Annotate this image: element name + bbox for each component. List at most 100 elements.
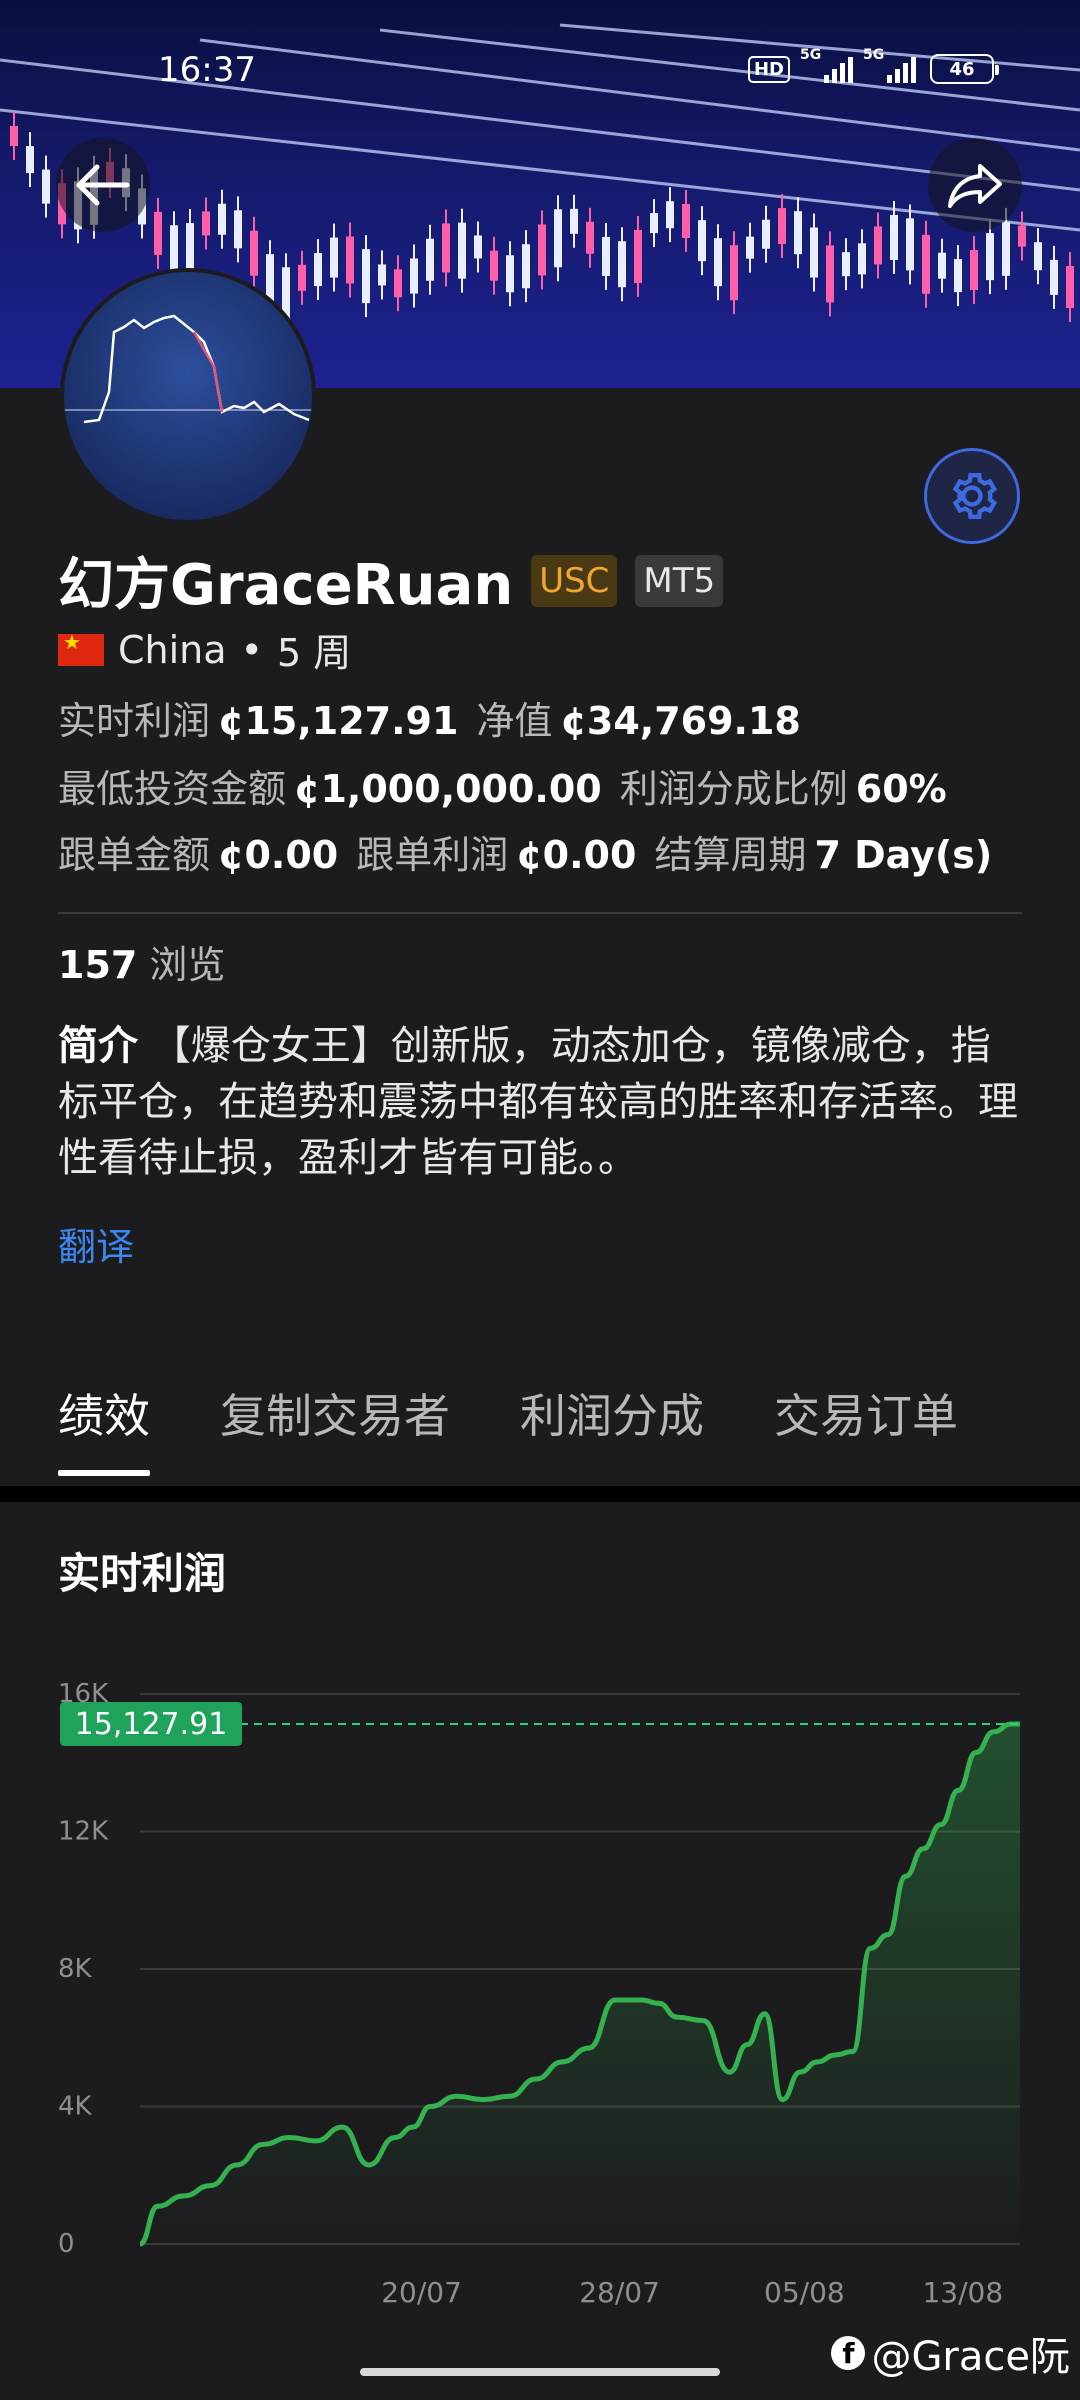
candle-body <box>618 241 626 288</box>
status-bar: 16:37 HD 5G 5G 46 <box>0 0 1080 140</box>
status-time: 16:37 <box>158 50 256 90</box>
tab-bar: 绩效 复制交易者 利润分成 交易订单 <box>58 1380 958 1476</box>
chart-y-tick-label: 0 <box>58 2229 75 2259</box>
candle-body <box>666 201 674 229</box>
candle-body <box>698 220 706 262</box>
candle-body <box>1050 259 1058 295</box>
tab-copiers[interactable]: 复制交易者 <box>220 1380 450 1446</box>
hd-icon: HD <box>747 55 790 83</box>
home-indicator[interactable] <box>360 2368 720 2376</box>
candle-body <box>250 230 258 276</box>
tab-orders[interactable]: 交易订单 <box>774 1380 958 1446</box>
candle-body <box>362 249 370 304</box>
chart-y-tick-label: 12K <box>58 1817 109 1847</box>
follow-amount-stat: 跟单金额 ¢0.00 <box>58 833 339 877</box>
candle-body <box>1018 225 1026 247</box>
tab-profit-share[interactable]: 利润分成 <box>520 1380 704 1446</box>
signal-icon: 5G <box>863 47 916 83</box>
candle-body <box>842 252 850 277</box>
candle-body <box>1034 242 1042 271</box>
candle-body <box>954 259 962 293</box>
candle-body <box>474 235 482 259</box>
candle-body <box>890 214 898 260</box>
facebook-icon: f <box>831 2336 866 2370</box>
avatar[interactable] <box>60 268 316 524</box>
candle-body <box>330 237 338 278</box>
stats-row-2: 最低投资金额 ¢1,000,000.00 利润分成比例 60% <box>58 758 947 813</box>
candle-body <box>602 236 610 276</box>
candle-body <box>634 229 642 283</box>
back-button[interactable] <box>56 138 150 232</box>
candle-body <box>394 269 402 298</box>
current-value-label: 15,127.91 <box>75 1707 228 1742</box>
avatar-chart-image <box>64 314 312 424</box>
candle-body <box>410 258 418 294</box>
candle-body <box>746 236 754 259</box>
platform-badge: MT5 <box>635 554 724 607</box>
candle-body <box>314 253 322 287</box>
chart-y-tick-label: 4K <box>58 2092 93 2122</box>
candle-body <box>778 208 786 245</box>
candle-body <box>986 233 994 281</box>
card-title: 实时利润 <box>58 1549 227 1598</box>
battery-icon: 46 <box>930 54 999 84</box>
translate-link[interactable]: 翻译 <box>58 1216 134 1271</box>
candle-body <box>938 252 946 279</box>
back-arrow-icon <box>76 164 130 206</box>
section-separator <box>0 1486 1080 1502</box>
chart-x-tick-label: 05/08 <box>764 2276 845 2309</box>
follow-profit-stat: 跟单利润 ¢0.00 <box>356 833 637 877</box>
chart-x-tick-label: 28/07 <box>579 2276 660 2309</box>
candle-body <box>506 255 514 293</box>
chart-area-fill <box>140 1723 1020 2244</box>
candle-body <box>874 226 882 265</box>
candle-body <box>682 204 690 239</box>
candle-body <box>714 238 722 287</box>
candle-body <box>762 219 770 249</box>
chart-x-tick-label: 13/08 <box>922 2276 1003 2309</box>
candle-body <box>826 245 834 303</box>
candle-body <box>1002 221 1010 276</box>
settings-button[interactable] <box>924 448 1020 544</box>
divider <box>58 912 1022 914</box>
china-flag-icon <box>58 630 104 666</box>
net-value-stat: 净值 ¢34,769.18 <box>476 699 801 743</box>
views-count: 157 浏览 <box>58 943 226 987</box>
candle-body <box>426 238 434 281</box>
candle-body <box>810 227 818 278</box>
tab-performance[interactable]: 绩效 <box>58 1380 150 1476</box>
candle-body <box>218 203 226 235</box>
candle-body <box>442 223 450 273</box>
settle-period-stat: 结算周期 7 Day(s) <box>654 833 993 877</box>
candle-body <box>570 208 578 234</box>
profile-name: 幻方GraceRuan <box>58 553 514 618</box>
signal-icon: 5G <box>800 47 853 83</box>
candle-body <box>26 146 34 174</box>
share-button[interactable] <box>928 138 1022 232</box>
candle-body <box>154 211 162 255</box>
candle-body <box>378 264 386 286</box>
country-label: China <box>118 627 227 672</box>
stats-row-3: 跟单金额 ¢0.00 跟单利润 ¢0.00 结算周期 7 Day(s) <box>58 824 992 879</box>
candle-body <box>794 211 802 255</box>
share-ratio-stat: 利润分成比例 60% <box>619 767 947 811</box>
candle-body <box>298 264 306 291</box>
candle-body <box>1066 266 1074 309</box>
candle-body <box>554 209 562 268</box>
chart-y-tick-label: 8K <box>58 1954 93 1984</box>
candle-body <box>970 250 978 291</box>
chart-x-tick-label: 20/07 <box>381 2276 462 2309</box>
location-row: China • 5 周 <box>58 622 351 677</box>
watermark: f @Grace阮 <box>831 2324 1070 2382</box>
candle-body <box>586 221 594 254</box>
candle-body <box>490 250 498 281</box>
candle-body <box>538 224 546 276</box>
min-invest-stat: 最低投资金额 ¢1,000,000.00 <box>58 767 602 811</box>
candle-body <box>730 245 738 301</box>
candle-body <box>858 243 866 275</box>
candle-body <box>522 244 530 289</box>
realtime-profit-stat: 实时利润 ¢15,127.91 <box>58 699 459 743</box>
candle-body <box>906 218 914 271</box>
realtime-profit-card: 实时利润 0 4K 8K 12K 16K 20/07 28/07 05/08 13/08 15,1… <box>0 1502 1080 2400</box>
profile-name-row: 幻方GraceRuan USC MT5 <box>58 540 724 621</box>
